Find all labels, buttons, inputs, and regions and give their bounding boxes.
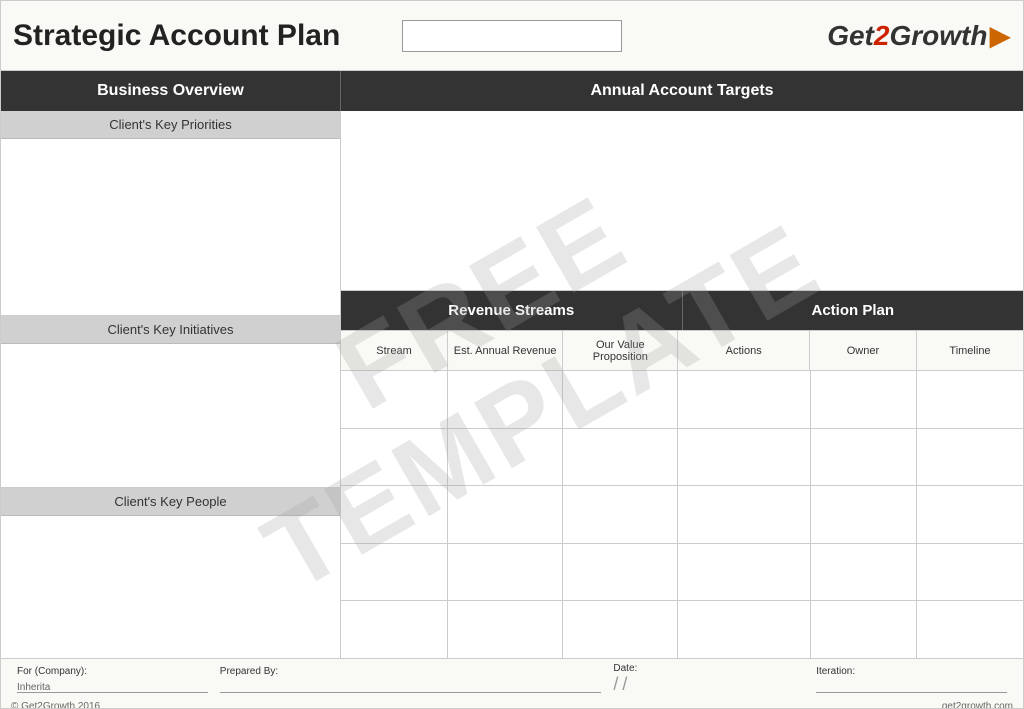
table-row — [341, 486, 1023, 544]
cell-owner-2[interactable] — [811, 429, 918, 486]
logo-arrow-icon: ▶ — [989, 19, 1011, 52]
annual-targets-box — [341, 111, 1023, 291]
business-overview-header: Business Overview — [1, 71, 341, 111]
table-row — [341, 544, 1023, 602]
prepared-by-field: Prepared By: — [214, 666, 608, 693]
initiatives-label: Client's Key Initiatives — [1, 316, 340, 344]
header: Strategic Account Plan Get2Growth ▶ — [1, 1, 1023, 71]
page-title: Strategic Account Plan — [13, 19, 402, 53]
cell-owner-4[interactable] — [811, 544, 918, 601]
website-text: get2growth.com — [942, 701, 1013, 708]
cell-timeline-3[interactable] — [917, 486, 1023, 543]
cell-timeline-2[interactable] — [917, 429, 1023, 486]
cell-stream-4[interactable] — [341, 544, 448, 601]
cell-value-1[interactable] — [563, 371, 678, 428]
table-row — [341, 601, 1023, 658]
people-label: Client's Key People — [1, 488, 340, 516]
annual-targets-header: Annual Account Targets — [341, 71, 1023, 111]
footer: For (Company): Inherita Prepared By: Dat… — [1, 658, 1023, 708]
initiatives-body — [1, 344, 340, 486]
action-plan-header: Action Plan — [683, 291, 1024, 330]
col-header-stream: Stream — [341, 331, 448, 370]
revenue-streams-header: Revenue Streams — [341, 291, 683, 330]
cell-value-4[interactable] — [563, 544, 678, 601]
sub-section-headers: Revenue Streams Action Plan — [341, 291, 1023, 331]
table-row — [341, 371, 1023, 429]
priorities-section: Client's Key Priorities — [1, 111, 340, 316]
cell-stream-2[interactable] — [341, 429, 448, 486]
cell-revenue-3[interactable] — [448, 486, 563, 543]
cell-owner-5[interactable] — [811, 601, 918, 658]
account-name-input[interactable] — [402, 20, 622, 52]
cell-actions-5[interactable] — [678, 601, 811, 658]
page-wrapper: FREE TEMPLATE Strategic Account Plan Get… — [0, 0, 1024, 709]
prepared-by-label: Prepared By: — [220, 666, 602, 677]
for-company-hint: Inherita — [17, 682, 50, 693]
copyright-text: © Get2Growth 2016 — [11, 701, 100, 708]
for-company-field: For (Company): Inherita — [11, 666, 214, 693]
slash-icon-1: / — [613, 674, 618, 695]
cell-owner-3[interactable] — [811, 486, 918, 543]
cell-actions-4[interactable] — [678, 544, 811, 601]
date-label: Date: — [613, 663, 804, 674]
date-field: Date: / / — [607, 663, 810, 695]
footer-bottom: © Get2Growth 2016 get2growth.com — [1, 699, 1023, 708]
logo-accent: 2 — [874, 20, 890, 51]
iteration-input[interactable] — [816, 677, 1007, 693]
cell-actions-1[interactable] — [678, 371, 811, 428]
cell-actions-3[interactable] — [678, 486, 811, 543]
for-company-input[interactable]: Inherita — [17, 677, 208, 693]
slash-icon-2: / — [622, 674, 627, 695]
cell-timeline-4[interactable] — [917, 544, 1023, 601]
content-area: Client's Key Priorities Client's Key Ini… — [1, 111, 1023, 658]
table-col-headers: Stream Est. Annual Revenue Our Value Pro… — [341, 331, 1023, 371]
cell-actions-2[interactable] — [678, 429, 811, 486]
initiatives-section: Client's Key Initiatives — [1, 316, 340, 487]
cell-value-5[interactable] — [563, 601, 678, 658]
col-header-timeline: Timeline — [917, 331, 1023, 370]
col-header-owner: Owner — [810, 331, 917, 370]
priorities-body — [1, 139, 340, 315]
people-body — [1, 516, 340, 658]
left-column: Client's Key Priorities Client's Key Ini… — [1, 111, 341, 658]
col-header-actions: Actions — [678, 331, 810, 370]
cell-value-3[interactable] — [563, 486, 678, 543]
cell-revenue-5[interactable] — [448, 601, 563, 658]
section-headers: Business Overview Annual Account Targets — [1, 71, 1023, 111]
logo-area: Get2Growth ▶ — [622, 19, 1011, 52]
for-company-label: For (Company): — [17, 666, 208, 677]
prepared-by-input[interactable] — [220, 677, 602, 693]
logo-text: Get2Growth — [827, 20, 987, 52]
cell-stream-1[interactable] — [341, 371, 448, 428]
col-header-revenue: Est. Annual Revenue — [448, 331, 563, 370]
cell-owner-1[interactable] — [811, 371, 918, 428]
table-body — [341, 371, 1023, 658]
cell-value-2[interactable] — [563, 429, 678, 486]
cell-stream-5[interactable] — [341, 601, 448, 658]
people-section: Client's Key People — [1, 488, 340, 658]
cell-revenue-4[interactable] — [448, 544, 563, 601]
cell-timeline-1[interactable] — [917, 371, 1023, 428]
iteration-field: Iteration: — [810, 666, 1013, 693]
footer-fields: For (Company): Inherita Prepared By: Dat… — [1, 659, 1023, 699]
cell-timeline-5[interactable] — [917, 601, 1023, 658]
col-header-value: Our Value Proposition — [563, 331, 678, 370]
cell-revenue-1[interactable] — [448, 371, 563, 428]
table-row — [341, 429, 1023, 487]
main-content: Business Overview Annual Account Targets… — [1, 71, 1023, 708]
priorities-label: Client's Key Priorities — [1, 111, 340, 139]
iteration-label: Iteration: — [816, 666, 1007, 677]
date-input-area: / / — [613, 674, 804, 695]
cell-revenue-2[interactable] — [448, 429, 563, 486]
right-column: Revenue Streams Action Plan Stream Est. … — [341, 111, 1023, 658]
cell-stream-3[interactable] — [341, 486, 448, 543]
